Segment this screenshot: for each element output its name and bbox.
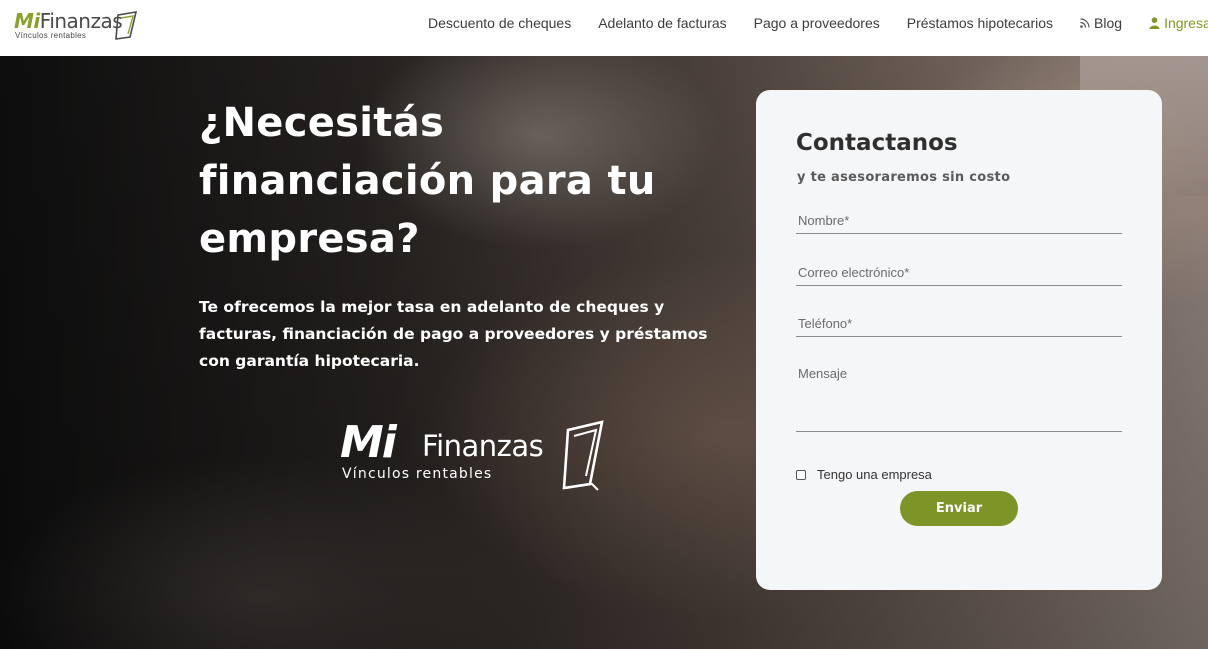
name-field [796,208,1122,234]
company-checkbox-row[interactable]: Tengo una empresa [796,467,932,482]
hero-headline-line: ¿Necesitás [199,100,445,146]
user-icon [1149,16,1160,29]
send-button[interactable]: Enviar [900,491,1018,526]
book-icon [562,420,604,491]
nav-prestamos-hipotecarios[interactable]: Préstamos hipotecarios [907,15,1053,31]
brand-tagline: Vínculos rentables [15,31,87,40]
rss-icon [1080,17,1090,28]
nav-adelanto-facturas[interactable]: Adelanto de facturas [598,15,726,31]
book-icon [115,11,138,40]
brand-logo[interactable]: MiFinanzas Vínculos rentables [14,7,140,43]
name-input[interactable] [796,208,1122,232]
nav-login[interactable]: Ingresar [1149,15,1208,31]
top-navbar: MiFinanzas Vínculos rentables Descuento … [0,0,1208,56]
contact-title: Contactanos [796,130,958,156]
nav-blog-label: Blog [1094,14,1123,31]
message-field [796,362,1122,432]
main-nav: Descuento de cheques Adelanto de factura… [428,0,1208,45]
brand-logo-finanzas: Finanzas [39,9,123,33]
email-input[interactable] [796,260,1122,284]
company-checkbox[interactable] [796,469,806,480]
hero-logo-finanzas: Finanzas [422,429,544,463]
email-field [796,260,1122,286]
hero-logo-mi: Mi [340,417,397,468]
hero-lead-text: Te ofrecemos la mejor tasa en adelanto d… [199,298,708,370]
hero-headline-line: financiación para tu [199,158,656,204]
brand-logo-mi: Mi [14,9,40,33]
hero-section: ¿Necesitás financiación para tu empresa?… [0,56,1208,649]
contact-subtitle: y te asesoraremos sin costo [797,170,1011,185]
nav-login-label: Ingresar [1164,14,1208,31]
nav-blog[interactable]: Blog [1080,15,1122,31]
hero-logo: Mi Finanzas Vínculos rentables [340,418,610,498]
contact-form: Contactanos y te asesoraremos sin costo … [756,90,1162,590]
phone-input[interactable] [796,311,1122,335]
hero-headline: ¿Necesitás financiación para tu empresa? [199,94,719,268]
hero-headline-line: empresa? [199,216,420,262]
message-textarea[interactable] [796,362,1122,426]
phone-field [796,311,1122,337]
nav-pago-proveedores[interactable]: Pago a proveedores [754,15,880,31]
hero-logo-tagline: Vínculos rentables [342,466,493,482]
company-checkbox-label: Tengo una empresa [817,467,932,482]
nav-descuento-cheques[interactable]: Descuento de cheques [428,15,571,31]
